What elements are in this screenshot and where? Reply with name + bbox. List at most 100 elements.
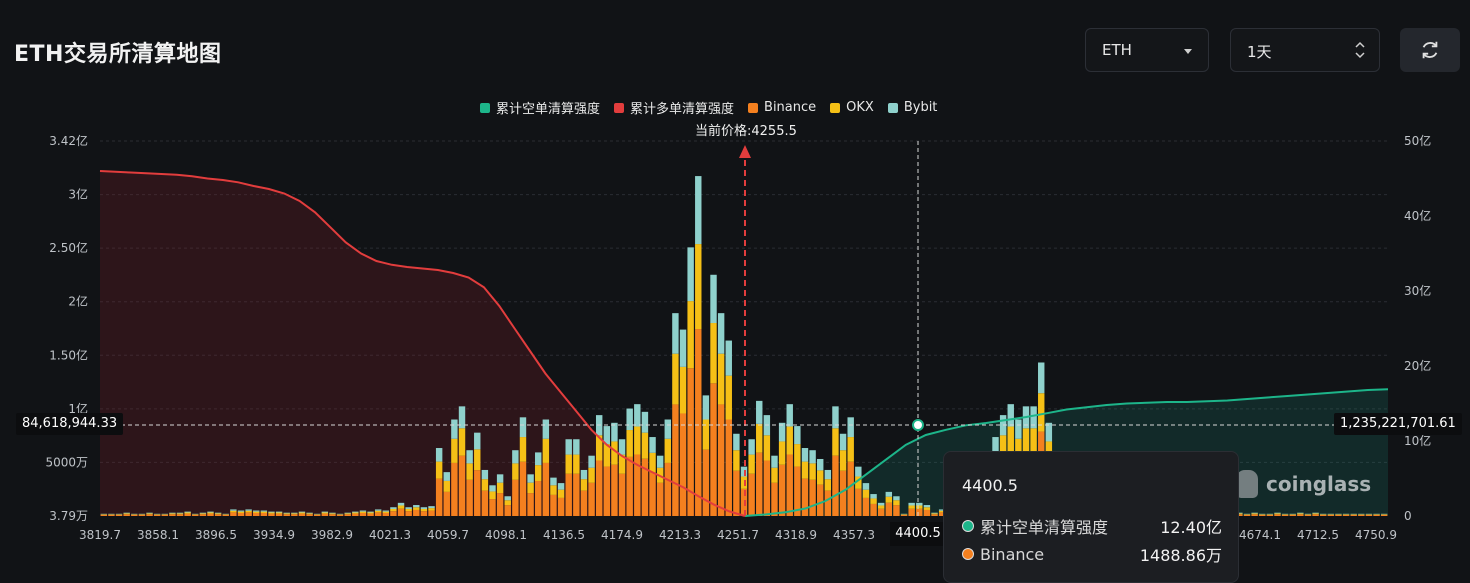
bar-binance [177, 514, 183, 516]
long-area [100, 171, 745, 516]
bar-okx [787, 427, 793, 455]
bar-okx [626, 430, 632, 457]
bar-bybit [550, 478, 556, 486]
bar-binance [520, 462, 526, 516]
bar-binance [192, 515, 198, 516]
bar-binance [352, 514, 358, 516]
bar-bybit [741, 467, 747, 477]
bar-binance [1305, 515, 1311, 516]
bar-bybit [604, 426, 610, 444]
tooltip-label: 累计空单清算强度 [980, 514, 1108, 538]
bar-okx [604, 444, 610, 466]
bar-binance [383, 513, 389, 516]
bar-binance [139, 515, 145, 516]
bar-okx [649, 453, 655, 473]
bar-okx [1267, 514, 1273, 515]
crosshair-point [913, 420, 923, 430]
y-left-tick-label: 2.50亿 [49, 240, 88, 255]
bar-binance [505, 505, 511, 516]
timerange-select[interactable]: 1天 [1230, 28, 1380, 72]
bar-okx [916, 505, 922, 508]
coin-select[interactable]: ETH [1085, 28, 1209, 72]
bar-binance [436, 479, 442, 516]
legend-item-short[interactable]: 累计空单清算强度 [480, 98, 600, 117]
bar-okx [154, 514, 160, 515]
bar-binance [474, 470, 480, 516]
bar-binance [101, 515, 107, 516]
bar-binance [802, 479, 808, 516]
bar-bybit [611, 423, 617, 442]
bar-binance [771, 483, 777, 516]
bar-bybit [459, 406, 465, 428]
bar-bybit [886, 492, 892, 497]
bar-binance [215, 514, 221, 516]
y-left-tick-label: 1.50亿 [49, 347, 88, 362]
bar-binance [695, 329, 701, 516]
bar-binance [207, 514, 213, 516]
bar-bybit [482, 470, 488, 479]
legend-item-long[interactable]: 累计多单清算强度 [614, 98, 734, 117]
bar-bybit [931, 513, 937, 514]
bar-okx [817, 470, 823, 484]
bar-binance [878, 509, 884, 516]
tooltip-dot [962, 520, 974, 532]
bar-bybit [375, 509, 381, 510]
bar-binance [512, 480, 518, 516]
bar-okx [398, 505, 404, 508]
bar-binance [825, 491, 831, 516]
refresh-button[interactable] [1400, 28, 1460, 72]
bar-okx [825, 479, 831, 491]
bar-okx [1343, 514, 1349, 515]
bar-okx [1274, 513, 1280, 514]
bar-bybit [352, 512, 358, 513]
bar-okx [352, 512, 358, 513]
bar-binance [367, 514, 373, 516]
bar-bybit [687, 247, 693, 301]
bar-okx [192, 514, 198, 515]
bar-okx [1282, 514, 1288, 515]
bar-binance [908, 509, 914, 516]
bar-bybit [703, 395, 709, 419]
y-right-tick-label: 50亿 [1404, 133, 1431, 148]
bar-okx [680, 367, 686, 414]
bar-okx [1305, 514, 1311, 515]
bar-binance [299, 514, 305, 516]
bar-okx [672, 354, 678, 405]
chevron-down-icon [1184, 49, 1192, 54]
bar-okx [847, 437, 853, 462]
bar-bybit [908, 503, 914, 506]
bar-binance [123, 514, 129, 516]
bar-binance [626, 457, 632, 516]
bar-okx [223, 514, 229, 515]
tooltip-value: 12.40亿 [1160, 514, 1222, 538]
legend-item-bybit[interactable]: Bybit [888, 98, 938, 117]
bar-bybit [299, 512, 305, 513]
bar-binance [794, 467, 800, 516]
bar-binance [581, 491, 587, 516]
bar-okx [108, 514, 114, 515]
bar-okx [360, 512, 366, 513]
bar-binance [398, 509, 404, 516]
bar-okx [726, 376, 732, 420]
bar-binance [1343, 515, 1349, 516]
bar-okx [1320, 514, 1326, 515]
legend-label: 累计空单清算强度 [496, 98, 600, 117]
bar-okx [482, 479, 488, 491]
bar-bybit [383, 511, 389, 512]
chart-legend: 累计空单清算强度 累计多单清算强度 Binance OKX Bybit [480, 98, 937, 117]
bar-binance [779, 465, 785, 516]
legend-item-binance[interactable]: Binance [748, 98, 816, 117]
bar-bybit [1030, 406, 1036, 428]
bar-binance [1373, 515, 1379, 516]
bar-binance [200, 514, 206, 516]
bar-binance [1366, 515, 1372, 516]
bar-okx [459, 428, 465, 455]
bar-bybit [322, 512, 328, 513]
bar-bybit [1008, 404, 1014, 426]
bar-bybit [1000, 415, 1006, 435]
bar-bybit [184, 512, 190, 513]
bar-binance [162, 515, 168, 516]
bar-bybit [840, 434, 846, 450]
legend-item-okx[interactable]: OKX [830, 98, 874, 117]
bar-binance [550, 495, 556, 516]
